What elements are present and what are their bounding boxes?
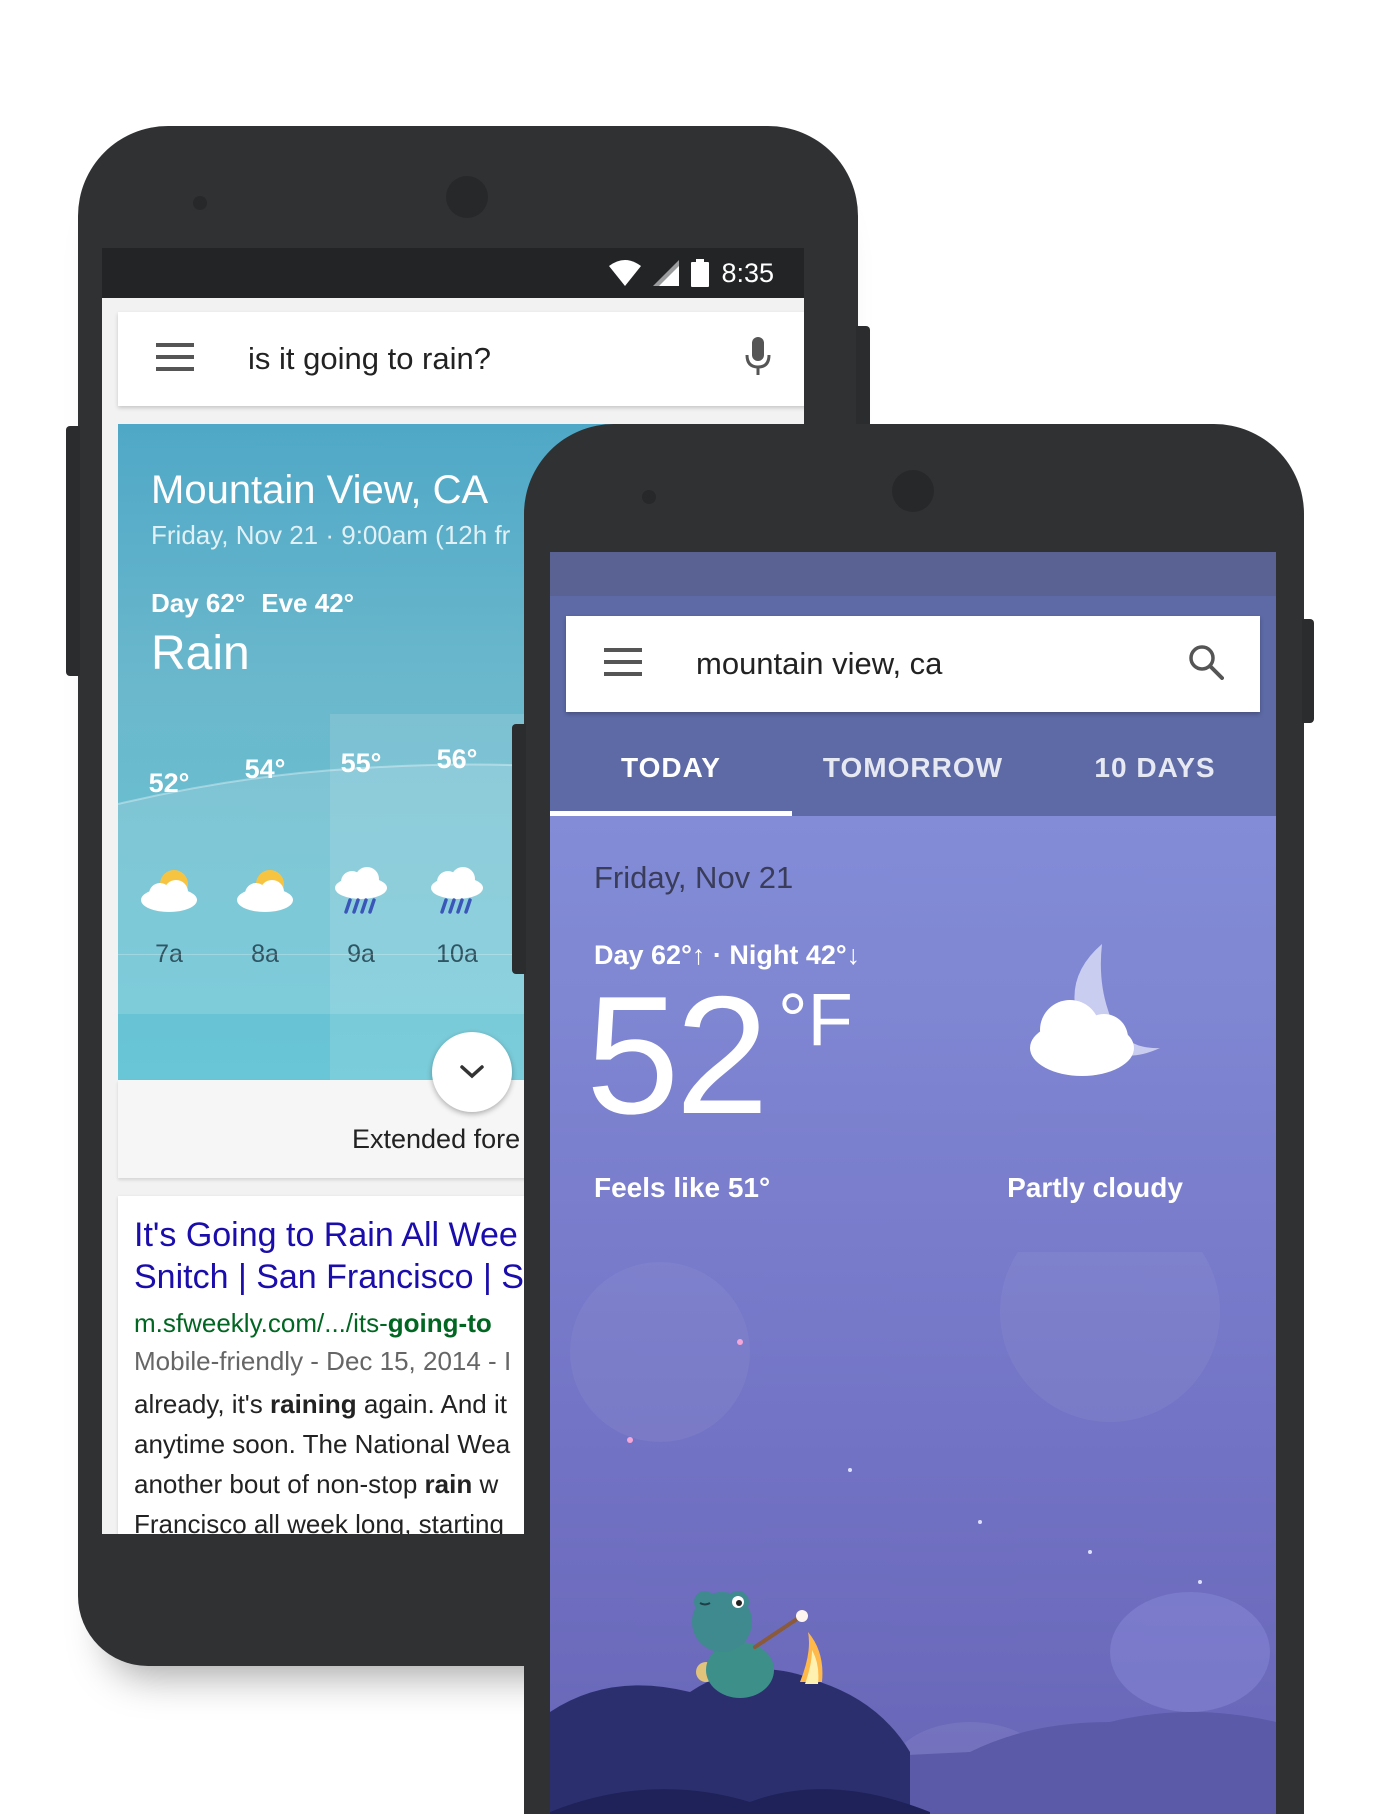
microphone-icon[interactable] bbox=[744, 336, 772, 382]
result-url-text: m.sfweekly.com/.../its- bbox=[134, 1308, 388, 1338]
snippet-line: Francisco all week long, starting bbox=[134, 1504, 510, 1534]
front-camera bbox=[892, 470, 934, 512]
feels-like: Feels like 51° bbox=[594, 1172, 771, 1203]
search-icon[interactable] bbox=[1188, 644, 1224, 685]
search-bar[interactable]: is it going to rain? bbox=[118, 312, 804, 406]
tab-tomorrow[interactable]: TOMORROW bbox=[792, 712, 1034, 816]
hourly-temp: 52° bbox=[148, 768, 190, 798]
result-url-bold: going-to bbox=[387, 1308, 492, 1338]
phone-front: mountain view, ca TODAY TOMORROW 10 DAYS… bbox=[512, 424, 1314, 1814]
snippet-bold: raining bbox=[269, 1389, 357, 1419]
tab-today[interactable]: TODAY bbox=[550, 712, 792, 816]
partly-sunny-icon bbox=[237, 870, 293, 912]
menu-icon[interactable] bbox=[156, 342, 196, 376]
chevron-down-icon bbox=[460, 1065, 484, 1079]
extended-forecast-label: Extended fore bbox=[352, 1124, 521, 1154]
battery-icon bbox=[691, 259, 710, 287]
hourly-temp: 55° bbox=[340, 748, 382, 778]
screen-weather: mountain view, ca TODAY TOMORROW 10 DAYS… bbox=[550, 552, 1276, 1814]
day-temp: Day 62° bbox=[151, 588, 246, 618]
result-meta: Mobile-friendly - Dec 15, 2014 - I bbox=[134, 1346, 512, 1376]
snippet-text: already, it's bbox=[134, 1389, 270, 1419]
snippet-line: already, it's raining again. And it bbox=[134, 1384, 510, 1424]
snippet-text: again. And it bbox=[356, 1389, 507, 1419]
snippet-text: another bout of non-stop bbox=[134, 1469, 425, 1499]
weather-date: Friday, Nov 21 · 9:00am (12h fr bbox=[151, 520, 511, 550]
search-input[interactable]: is it going to rain? bbox=[248, 341, 744, 377]
snippet-bold: rain bbox=[424, 1469, 473, 1499]
speaker bbox=[642, 490, 656, 504]
snippet-line: anytime soon. The National Wea bbox=[134, 1424, 510, 1464]
weather-location: Mountain View, CA bbox=[151, 468, 489, 512]
search-input[interactable]: mountain view, ca bbox=[696, 646, 1188, 682]
status-bar: 8:35 bbox=[102, 248, 804, 298]
hourly-temp: 56° bbox=[436, 744, 478, 774]
search-bar[interactable]: mountain view, ca bbox=[566, 616, 1260, 712]
speaker bbox=[193, 196, 207, 210]
weather-condition: Rain bbox=[151, 627, 250, 680]
rain-cloud-icon bbox=[431, 867, 483, 914]
temperature-unit: °F bbox=[778, 978, 853, 1061]
forecast-date: Friday, Nov 21 bbox=[594, 860, 794, 895]
snippet-line: another bout of non-stop rain w bbox=[134, 1464, 510, 1504]
rain-cloud-icon bbox=[335, 867, 387, 914]
volume-button bbox=[512, 724, 526, 974]
eve-temp: Eve 42° bbox=[261, 588, 355, 618]
result-url: m.sfweekly.com/.../its-going-to bbox=[134, 1308, 492, 1339]
moon-cloud-icon bbox=[1030, 944, 1160, 1076]
forecast-tabs: TODAY TOMORROW 10 DAYS bbox=[550, 712, 1276, 816]
wifi-icon bbox=[609, 260, 642, 286]
volume-button bbox=[66, 426, 80, 676]
menu-icon[interactable] bbox=[604, 647, 644, 681]
snippet-text: Francisco all week long, starting bbox=[134, 1509, 504, 1534]
current-temperature: 52 bbox=[586, 961, 769, 1149]
power-button bbox=[1302, 619, 1314, 723]
front-camera bbox=[446, 176, 488, 218]
day-eve-temps: Day 62° Eve 42° bbox=[151, 588, 354, 619]
tab-10-days[interactable]: 10 DAYS bbox=[1034, 712, 1276, 816]
status-bar bbox=[550, 552, 1276, 596]
result-snippet: already, it's raining again. And it anyt… bbox=[134, 1384, 510, 1534]
snippet-text: anytime soon. The National Wea bbox=[134, 1429, 511, 1459]
signal-icon bbox=[653, 260, 680, 286]
expand-button[interactable] bbox=[432, 1032, 512, 1112]
night-scene-illustration bbox=[550, 1252, 1276, 1814]
partly-sunny-icon bbox=[141, 870, 197, 912]
snippet-text: w bbox=[472, 1469, 499, 1499]
weather-condition: Partly cloudy bbox=[1007, 1172, 1183, 1203]
status-time: 8:35 bbox=[721, 257, 774, 288]
hourly-temp: 54° bbox=[244, 754, 286, 784]
